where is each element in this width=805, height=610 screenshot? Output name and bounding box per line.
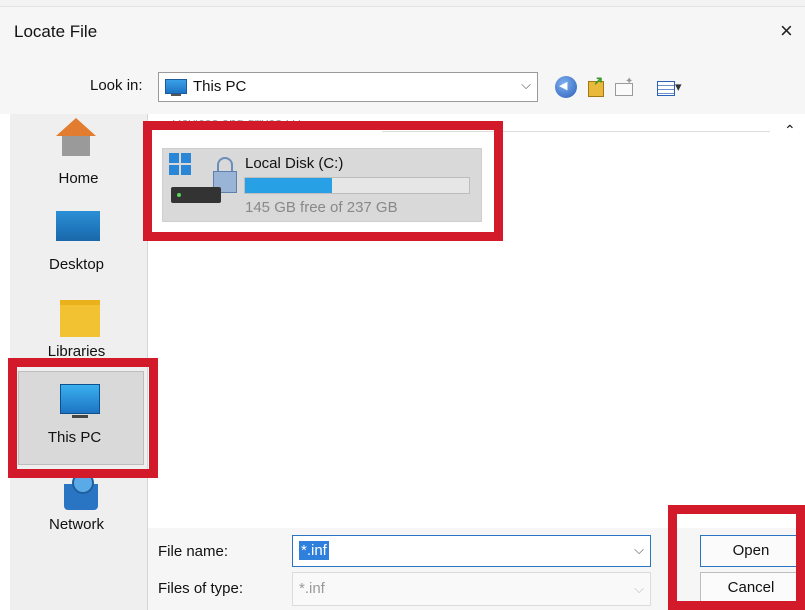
window-top-edge: [0, 0, 805, 7]
chevron-down-icon[interactable]: ⌵: [634, 581, 644, 597]
highlight-box-drive: [143, 121, 503, 241]
files-of-type-value: *.inf: [299, 580, 325, 597]
place-network[interactable]: Network: [8, 472, 145, 544]
files-of-type-dropdown[interactable]: *.inf ⌵: [292, 572, 651, 606]
look-in-dropdown[interactable]: This PC ⌵: [158, 72, 538, 102]
close-icon[interactable]: ×: [780, 18, 793, 44]
up-folder-icon[interactable]: [585, 76, 607, 98]
dialog-title: Locate File: [14, 22, 98, 41]
desktop-icon: [56, 211, 100, 241]
title-bar: [0, 7, 805, 65]
place-desktop[interactable]: Desktop: [8, 211, 145, 281]
file-name-field[interactable]: *.inf ⌵: [292, 535, 651, 567]
place-home[interactable]: Home: [10, 118, 147, 193]
place-desktop-label: Desktop: [48, 256, 105, 273]
new-folder-icon[interactable]: [613, 76, 635, 98]
libraries-icon: [60, 300, 100, 337]
highlight-box-this-pc: [8, 358, 158, 478]
chevron-down-icon[interactable]: ⌵: [521, 77, 531, 93]
collapse-group-icon[interactable]: ⌃: [784, 122, 796, 139]
file-name-label: File name:: [158, 543, 229, 560]
back-icon[interactable]: [555, 76, 577, 98]
look-in-label: Look in:: [90, 77, 143, 94]
place-libraries[interactable]: Libraries: [8, 300, 145, 365]
network-icon: [64, 472, 98, 510]
home-icon: [56, 118, 96, 156]
place-network-label: Network: [48, 516, 104, 533]
file-name-value: *.inf: [299, 541, 329, 560]
files-of-type-label: Files of type:: [158, 580, 244, 597]
this-pc-icon: [165, 79, 187, 96]
place-home-label: Home: [58, 170, 99, 187]
views-menu-icon[interactable]: [657, 76, 691, 98]
highlight-box-open: [668, 505, 805, 610]
chevron-down-icon[interactable]: ⌵: [634, 542, 644, 558]
look-in-value: This PC: [193, 78, 247, 95]
